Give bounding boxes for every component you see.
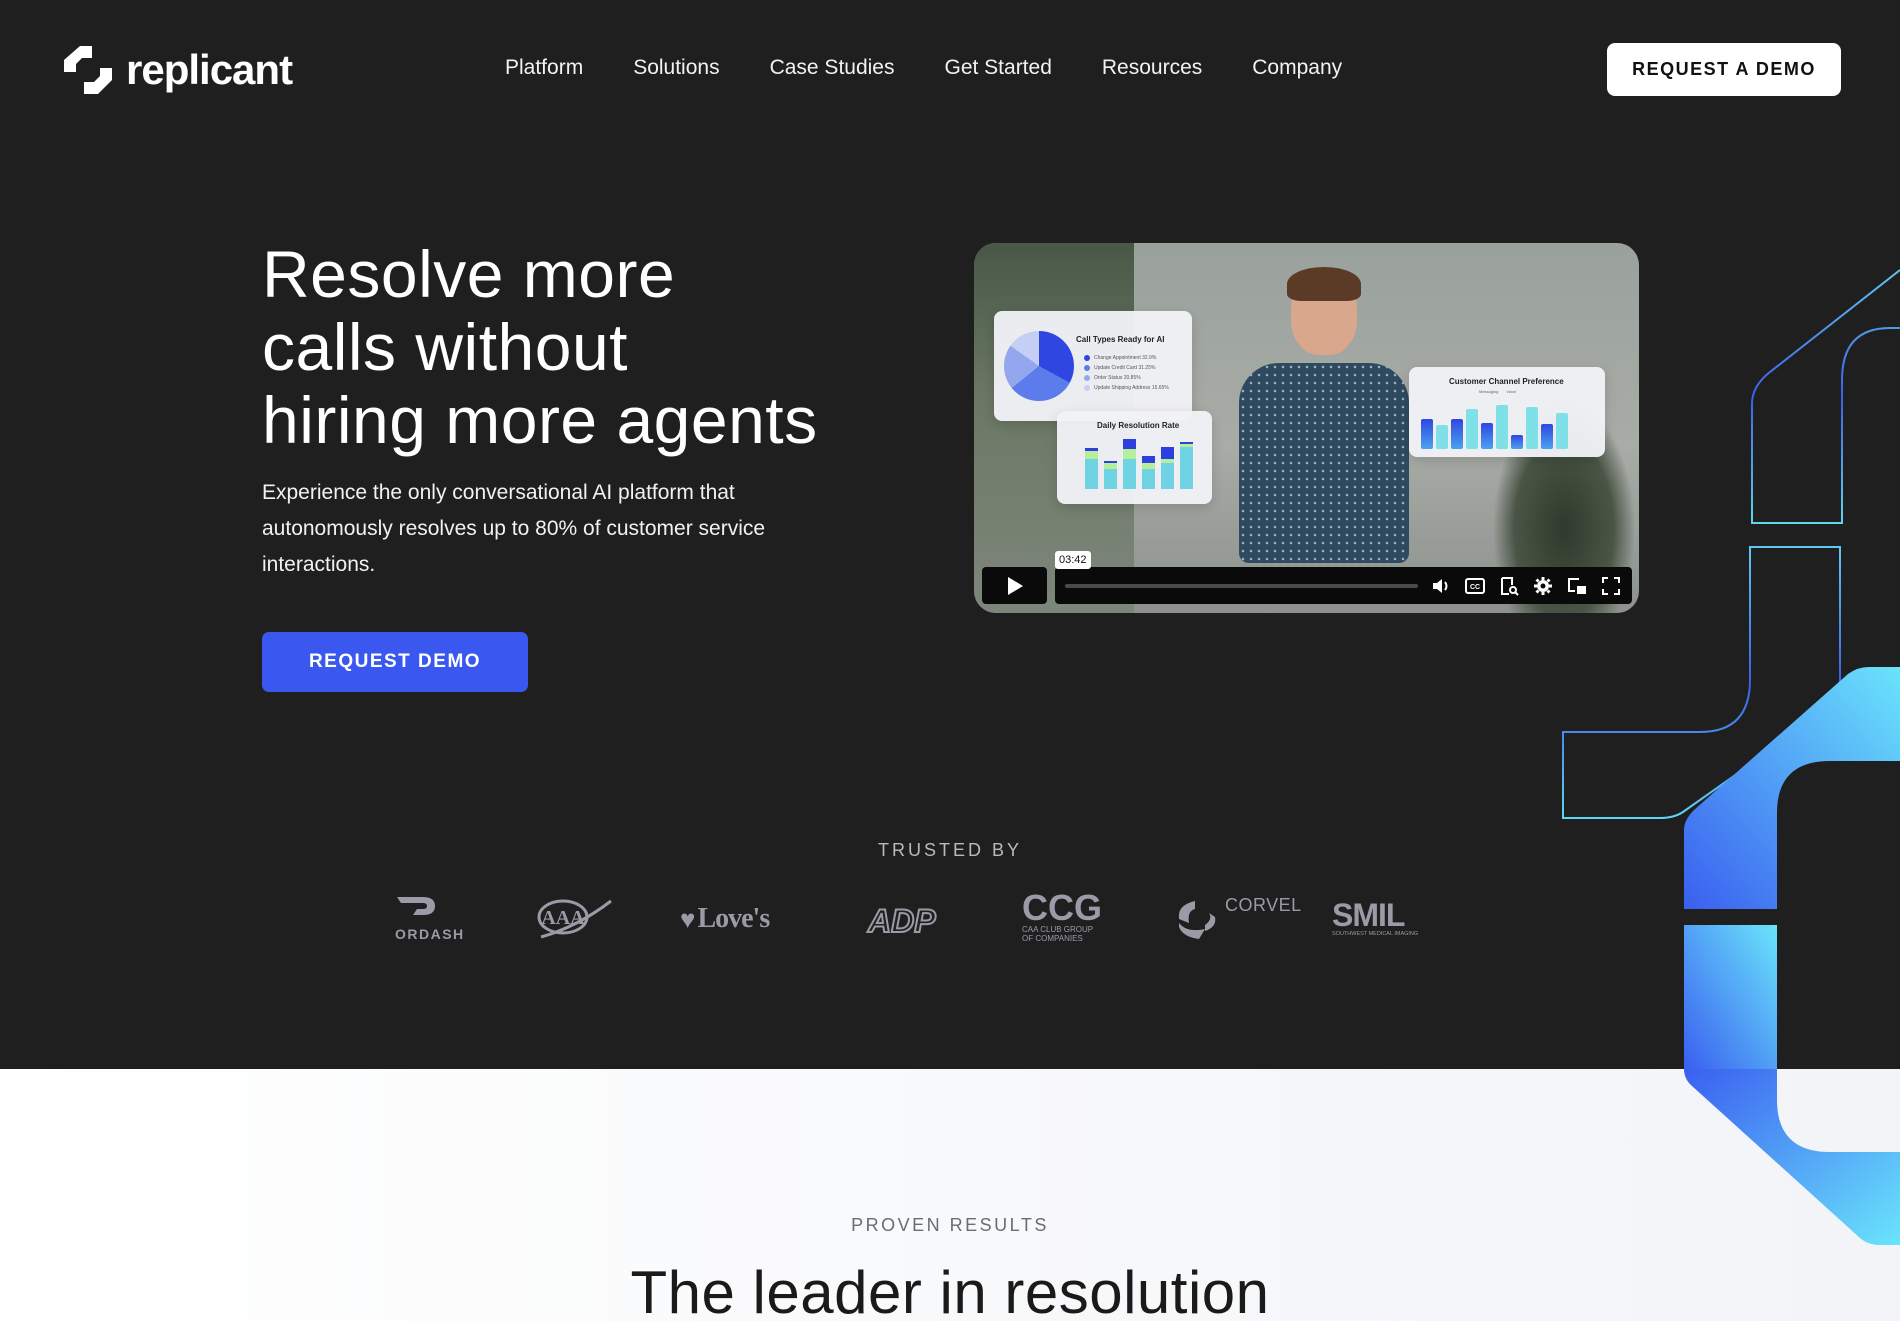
daily-resolution-card: Daily Resolution Rate xyxy=(1057,411,1212,504)
channel-preference-card: Customer Channel Preference Messaging Vo… xyxy=(1409,367,1605,457)
nav-company[interactable]: Company xyxy=(1252,56,1342,80)
nav-case-studies[interactable]: Case Studies xyxy=(770,56,895,80)
trusted-by-label: TRUSTED BY xyxy=(877,840,1022,860)
logo-aaa: AAA xyxy=(537,897,613,944)
channel-legend: Messaging Voice xyxy=(1479,389,1517,394)
call-types-pie xyxy=(1004,331,1074,401)
video-progress-bar[interactable] xyxy=(1065,583,1418,588)
main-nav: Platform Solutions Case Studies Get Star… xyxy=(505,56,1392,80)
legend-item: Update Shipping Address 15.65% xyxy=(1084,383,1169,393)
call-types-title: Call Types Ready for AI xyxy=(1076,335,1165,344)
video-controls: CC xyxy=(982,567,1632,604)
results-heading: The leader in resolution xyxy=(630,1259,1270,1321)
client-logos: ORDASH AAA ♥ Love's ADP CCG CAA CLUB GRO… xyxy=(390,890,1450,955)
deco-outline-upper xyxy=(1751,269,1900,524)
logo-ccg: CCG CAA CLUB GROUP OF COMPANIES xyxy=(1022,887,1102,944)
headline-line: hiring more agents xyxy=(262,383,818,457)
heart-icon: ♥ xyxy=(680,903,696,934)
transcript-search-icon[interactable] xyxy=(1498,575,1520,597)
proven-results-eyebrow: PROVEN RESULTS xyxy=(851,1215,1049,1235)
legend-item: Change Appointment 32.9% xyxy=(1084,353,1169,363)
video-presenter xyxy=(1229,267,1419,613)
logo-adp: ADP xyxy=(867,902,937,940)
hero-section: replicant Platform Solutions Case Studie… xyxy=(0,0,1900,1069)
svg-text:AAA: AAA xyxy=(541,907,585,929)
deco-solid-shape xyxy=(1684,667,1900,909)
brand-name: replicant xyxy=(126,46,293,93)
nav-platform[interactable]: Platform xyxy=(505,56,583,80)
call-types-card: Call Types Ready for AI Change Appointme… xyxy=(994,311,1192,421)
nav-resources[interactable]: Resources xyxy=(1102,56,1202,80)
logo-loves: ♥ Love's xyxy=(680,903,770,934)
replicant-logo-icon xyxy=(64,46,112,94)
play-icon xyxy=(1007,576,1023,595)
hero-headline: Resolve more calls without hiring more a… xyxy=(262,238,882,457)
call-types-legend: Change Appointment 32.9% Update Credit C… xyxy=(1084,353,1169,393)
channel-preference-title: Customer Channel Preference xyxy=(1449,377,1564,386)
legend-item: Update Credit Card 31.25% xyxy=(1084,363,1169,373)
video-player[interactable]: Call Types Ready for AI Change Appointme… xyxy=(974,243,1639,613)
picture-in-picture-icon[interactable] xyxy=(1566,575,1588,597)
play-button[interactable] xyxy=(982,567,1047,604)
channel-bars xyxy=(1421,397,1571,449)
legend-item: Order Status 20.85% xyxy=(1084,373,1169,383)
request-demo-button[interactable]: REQUEST DEMO xyxy=(262,632,528,692)
daily-resolution-title: Daily Resolution Rate xyxy=(1097,421,1180,430)
video-control-bar: CC xyxy=(1055,567,1632,604)
request-a-demo-button[interactable]: REQUEST A DEMO xyxy=(1607,43,1841,96)
svg-text:CC: CC xyxy=(1470,584,1480,591)
daily-resolution-bars xyxy=(1085,439,1199,489)
headline-line: Resolve more xyxy=(262,237,676,311)
logo-corvel: CORVEL xyxy=(1175,895,1302,941)
logo-doordash: ORDASH xyxy=(395,895,465,942)
volume-icon[interactable] xyxy=(1430,575,1452,597)
captions-icon[interactable]: CC xyxy=(1464,575,1486,597)
settings-icon[interactable] xyxy=(1532,575,1554,597)
time-tooltip: 03:42 xyxy=(1055,551,1091,569)
headline-line: calls without xyxy=(262,310,628,384)
nav-get-started[interactable]: Get Started xyxy=(944,56,1051,80)
brand-logo[interactable]: replicant xyxy=(62,44,293,96)
nav-solutions[interactable]: Solutions xyxy=(633,56,719,80)
fullscreen-icon[interactable] xyxy=(1600,575,1622,597)
logo-smil: SMIL SOUTHWEST MEDICAL IMAGING xyxy=(1332,897,1419,937)
hero-subtext: Experience the only conversational AI pl… xyxy=(262,481,766,576)
deco-solid-shape-lower xyxy=(1684,925,1777,1069)
